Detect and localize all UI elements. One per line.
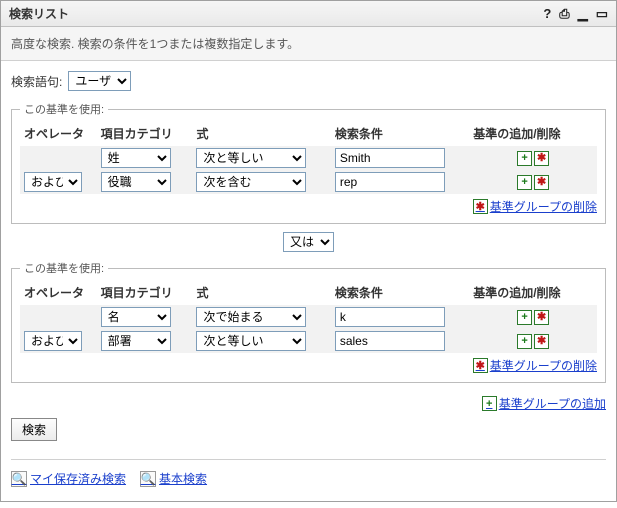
- delete-group-icon: ✱: [473, 358, 488, 373]
- search-term-label: 検索語句:: [11, 73, 62, 90]
- header-condition: 検索条件: [331, 123, 469, 146]
- delete-group-label: 基準グループの削除: [490, 198, 597, 215]
- criteria-group: この基準を使用: オペレータ 項目カテゴリ 式 検索条件 基準の追加/削除 姓 …: [11, 101, 606, 224]
- description-bar: 高度な検索. 検索の条件を1つまたは複数指定します。: [1, 27, 616, 61]
- remove-criterion-icon[interactable]: ✱: [534, 334, 549, 349]
- basic-search-label: 基本検索: [159, 470, 207, 487]
- category-select[interactable]: 名: [101, 307, 171, 327]
- delete-group-link[interactable]: ✱ 基準グループの削除: [473, 198, 597, 215]
- criteria-table: オペレータ 項目カテゴリ 式 検索条件 基準の追加/削除 名 次で始まる + ✱: [20, 282, 597, 353]
- criteria-header-row: オペレータ 項目カテゴリ 式 検索条件 基準の追加/削除: [20, 123, 597, 146]
- content-area: 検索語句: ユーザ この基準を使用: オペレータ 項目カテゴリ 式 検索条件 基…: [1, 61, 616, 501]
- condition-input[interactable]: [335, 331, 445, 351]
- header-category: 項目カテゴリ: [97, 282, 193, 305]
- add-criterion-icon[interactable]: +: [517, 151, 532, 166]
- titlebar: 検索リスト ? ⎙ ▁ ▭: [1, 1, 616, 27]
- add-group-label: 基準グループの追加: [499, 395, 606, 412]
- footer-links: 🔍 マイ保存済み検索 🔍 基本検索: [11, 459, 606, 487]
- delete-group-link[interactable]: ✱ 基準グループの削除: [473, 357, 597, 374]
- header-addremove: 基準の追加/削除: [469, 282, 597, 305]
- my-saved-searches-link[interactable]: 🔍 マイ保存済み検索: [11, 470, 126, 487]
- category-select[interactable]: 姓: [101, 148, 171, 168]
- basic-search-icon: 🔍: [140, 471, 156, 487]
- search-term-row: 検索語句: ユーザ: [11, 71, 606, 91]
- search-button[interactable]: 検索: [11, 418, 57, 441]
- expression-select[interactable]: 次と等しい: [196, 148, 306, 168]
- add-criterion-icon[interactable]: +: [517, 175, 532, 190]
- condition-input[interactable]: [335, 172, 445, 192]
- help-icon[interactable]: ?: [543, 6, 551, 21]
- maximize-icon[interactable]: ▭: [596, 6, 608, 22]
- criteria-row: および 役職 次を含む + ✱: [20, 170, 597, 194]
- add-group-link[interactable]: + 基準グループの追加: [482, 395, 606, 412]
- add-criterion-icon[interactable]: +: [517, 334, 532, 349]
- remove-criterion-icon[interactable]: ✱: [534, 175, 549, 190]
- header-operator: オペレータ: [20, 282, 97, 305]
- header-expression: 式: [192, 282, 330, 305]
- header-expression: 式: [192, 123, 330, 146]
- group-combiner-row: 又は: [11, 232, 606, 252]
- expression-select[interactable]: 次で始まる: [196, 307, 306, 327]
- basic-search-link[interactable]: 🔍 基本検索: [140, 470, 207, 487]
- remove-criterion-icon[interactable]: ✱: [534, 151, 549, 166]
- criteria-group-legend: この基準を使用:: [20, 101, 108, 117]
- print-icon[interactable]: ⎙: [559, 6, 569, 22]
- criteria-group-legend: この基準を使用:: [20, 260, 108, 276]
- header-addremove: 基準の追加/削除: [469, 123, 597, 146]
- operator-select[interactable]: および: [24, 331, 82, 351]
- titlebar-controls: ? ⎙ ▁ ▭: [543, 6, 608, 22]
- criteria-row: および 部署 次と等しい + ✱: [20, 329, 597, 353]
- minimize-icon[interactable]: ▁: [578, 6, 588, 22]
- operator-select[interactable]: および: [24, 172, 82, 192]
- add-group-row: + 基準グループの追加: [11, 391, 606, 412]
- criteria-row: 姓 次と等しい + ✱: [20, 146, 597, 170]
- category-select[interactable]: 部署: [101, 331, 171, 351]
- search-term-select[interactable]: ユーザ: [68, 71, 131, 91]
- expression-select[interactable]: 次と等しい: [196, 331, 306, 351]
- delete-group-label: 基準グループの削除: [490, 357, 597, 374]
- saved-search-icon: 🔍: [11, 471, 27, 487]
- condition-input[interactable]: [335, 148, 445, 168]
- search-list-window: 検索リスト ? ⎙ ▁ ▭ 高度な検索. 検索の条件を1つまたは複数指定します。…: [0, 0, 617, 502]
- remove-criterion-icon[interactable]: ✱: [534, 310, 549, 325]
- group-combiner-select[interactable]: 又は: [283, 232, 334, 252]
- my-saved-searches-label: マイ保存済み検索: [30, 470, 126, 487]
- condition-input[interactable]: [335, 307, 445, 327]
- criteria-header-row: オペレータ 項目カテゴリ 式 検索条件 基準の追加/削除: [20, 282, 597, 305]
- criteria-row: 名 次で始まる + ✱: [20, 305, 597, 329]
- delete-group-icon: ✱: [473, 199, 488, 214]
- category-select[interactable]: 役職: [101, 172, 171, 192]
- criteria-group: この基準を使用: オペレータ 項目カテゴリ 式 検索条件 基準の追加/削除 名 …: [11, 260, 606, 383]
- header-condition: 検索条件: [331, 282, 469, 305]
- criteria-table: オペレータ 項目カテゴリ 式 検索条件 基準の追加/削除 姓 次と等しい + ✱: [20, 123, 597, 194]
- header-category: 項目カテゴリ: [97, 123, 193, 146]
- expression-select[interactable]: 次を含む: [196, 172, 306, 192]
- add-group-icon: +: [482, 396, 497, 411]
- window-title: 検索リスト: [9, 5, 69, 22]
- add-criterion-icon[interactable]: +: [517, 310, 532, 325]
- header-operator: オペレータ: [20, 123, 97, 146]
